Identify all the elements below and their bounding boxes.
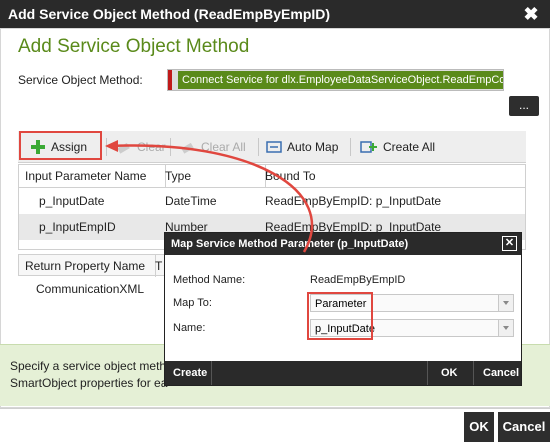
annotation-arrow (105, 140, 314, 253)
